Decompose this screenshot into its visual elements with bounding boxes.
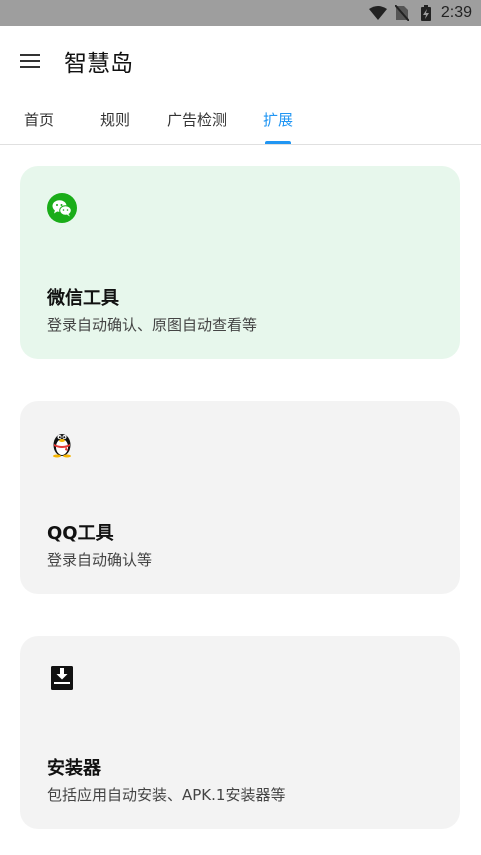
menu-button[interactable] [0, 26, 60, 96]
wechat-tools-card[interactable]: 微信工具 登录自动确认、原图自动查看等 [20, 166, 460, 359]
qq-tools-card[interactable]: QQ工具 登录自动确认等 [20, 401, 460, 594]
card-description: 包括应用自动安装、APK.1安装器等 [47, 786, 286, 804]
no-sim-icon [393, 5, 411, 21]
app-bar: 智慧岛 [0, 26, 481, 96]
tab-bar: 首页 规则 广告检测 扩展 [0, 96, 481, 145]
qq-penguin-icon [47, 428, 77, 458]
card-title: 安装器 [47, 758, 101, 779]
wechat-icon [47, 193, 77, 223]
status-time: 2:39 [440, 4, 472, 21]
installer-icon [47, 663, 77, 693]
tab-ad-detection[interactable]: 广告检测 [167, 96, 227, 144]
installer-card[interactable]: 安装器 包括应用自动安装、APK.1安装器等 [20, 636, 460, 829]
active-tab-indicator [265, 141, 291, 144]
card-title: QQ工具 [47, 523, 114, 544]
battery-charging-icon [417, 5, 435, 21]
tab-extensions[interactable]: 扩展 [263, 96, 293, 144]
tab-rules[interactable]: 规则 [100, 96, 130, 144]
card-title: 微信工具 [47, 288, 119, 309]
card-description: 登录自动确认、原图自动查看等 [47, 316, 258, 334]
tab-home[interactable]: 首页 [24, 96, 54, 144]
hamburger-menu-icon [20, 54, 40, 68]
app-title: 智慧岛 [64, 51, 133, 77]
status-bar: 2:39 [0, 0, 481, 26]
wifi-icon [368, 5, 387, 21]
card-description: 登录自动确认等 [47, 551, 153, 569]
